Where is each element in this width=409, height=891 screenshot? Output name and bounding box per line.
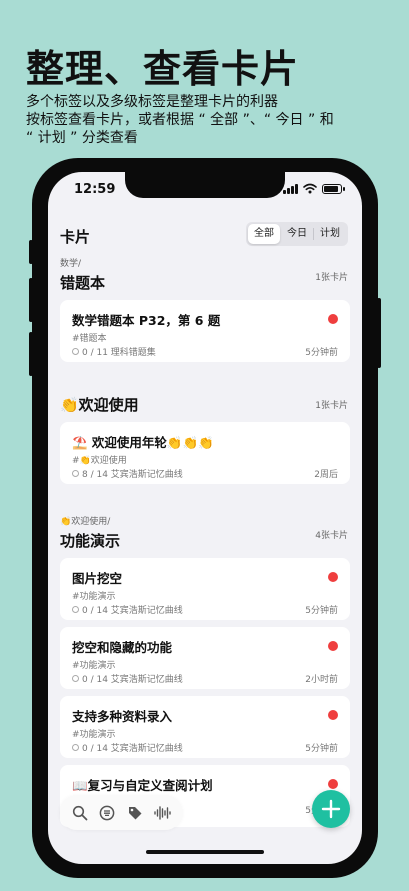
card-title: 数学错题本 P32，第 6 题 [72,313,221,328]
power-button [377,298,381,368]
home-indicator [146,850,264,854]
card-tag: #功能演示 [72,661,116,671]
segment-plan[interactable]: 计划 [314,224,346,244]
battery-icon [322,183,345,194]
progress-ring-icon [72,348,79,355]
card-tag: #功能演示 [72,592,116,602]
card-tag: #错题本 [72,334,107,344]
notch [125,172,285,198]
volume-up-button [29,278,33,322]
card-time: 2周后 [314,470,338,480]
group-count: 1张卡片 [315,401,348,411]
filter-segmented-control: 全部 今日 计划 [246,222,348,246]
progress-ring-icon [72,744,79,751]
group-count: 1张卡片 [315,273,348,283]
phone-frame: 12:59 卡片 全部 今日 计划 数学/ 错题本 1张卡片 数学错题本 P32… [29,158,381,878]
card-title: 📖复习与自定义查阅计划 [72,778,213,793]
due-indicator [328,710,338,720]
promo-title: 整理、查看卡片 [26,47,300,91]
card-item[interactable]: 挖空和隐藏的功能 #功能演示 0 / 14 艾宾浩斯记忆曲线 2小时前 [60,627,350,689]
card-progress: 0 / 14 艾宾浩斯记忆曲线 [72,603,183,616]
card-time: 5分钟前 [305,606,338,616]
wifi-icon [303,183,317,194]
progress-ring-icon [72,606,79,613]
status-time: 12:59 [74,182,116,197]
progress-ring-icon [72,470,79,477]
plus-icon [321,799,341,819]
card-progress: 0 / 11 理科错题集 [72,345,156,358]
card-progress: 0 / 14 艾宾浩斯记忆曲线 [72,672,183,685]
promo-subtitle-line2: 按标签查看卡片，或者根据 “ 全部 ”、“ 今日 ” 和 [26,112,334,128]
search-icon[interactable] [70,803,90,823]
segment-today[interactable]: 今日 [281,224,313,244]
add-card-button[interactable] [312,790,350,828]
card-progress: 0 / 14 艾宾浩斯记忆曲线 [72,741,183,754]
group-title[interactable]: 错题本 [60,272,105,293]
card-item[interactable]: 数学错题本 P32，第 6 题 #错题本 0 / 11 理科错题集 5分钟前 [60,300,350,362]
mute-switch [29,240,33,264]
card-title: 挖空和隐藏的功能 [72,640,173,655]
list-icon[interactable] [97,803,117,823]
card-item[interactable]: ⛱️ 欢迎使用年轮👏👏👏 #👏欢迎使用 8 / 14 艾宾浩斯记忆曲线 2周后 [60,422,350,484]
due-indicator [328,314,338,324]
app-screen: 12:59 卡片 全部 今日 计划 数学/ 错题本 1张卡片 数学错题本 P32… [48,172,362,864]
card-tag: #👏欢迎使用 [72,456,127,466]
card-item[interactable]: 支持多种资料录入 #功能演示 0 / 14 艾宾浩斯记忆曲线 5分钟前 [60,696,350,758]
due-indicator [328,641,338,651]
card-time: 2小时前 [305,675,338,685]
due-indicator [328,779,338,789]
signal-icon [283,183,298,194]
promo-subtitle-line3: “ 计划 ” 分类查看 [26,130,138,146]
waveform-icon[interactable] [152,803,172,823]
group-path: 👏欢迎使用/ [60,517,111,527]
segment-all[interactable]: 全部 [248,224,280,244]
group-title[interactable]: 👏欢迎使用 [60,394,139,415]
card-time: 5分钟前 [305,744,338,754]
group-title[interactable]: 功能演示 [60,530,120,551]
card-item[interactable]: 图片挖空 #功能演示 0 / 14 艾宾浩斯记忆曲线 5分钟前 [60,558,350,620]
status-icons [283,183,345,194]
volume-down-button [29,332,33,376]
tag-icon[interactable] [125,803,145,823]
card-time: 5分钟前 [305,348,338,358]
card-title: ⛱️ 欢迎使用年轮👏👏👏 [72,435,214,450]
page-title: 卡片 [60,228,91,246]
due-indicator [328,572,338,582]
bottom-toolbar [60,796,182,830]
card-progress: 8 / 14 艾宾浩斯记忆曲线 [72,467,183,480]
group-count: 4张卡片 [315,531,348,541]
card-tag: #功能演示 [72,730,116,740]
promo-subtitle-line1: 多个标签以及多级标签是整理卡片的利器 [26,94,278,110]
progress-ring-icon [72,675,79,682]
card-title: 支持多种资料录入 [72,709,173,724]
card-title: 图片挖空 [72,571,123,586]
group-path: 数学/ [60,259,82,269]
